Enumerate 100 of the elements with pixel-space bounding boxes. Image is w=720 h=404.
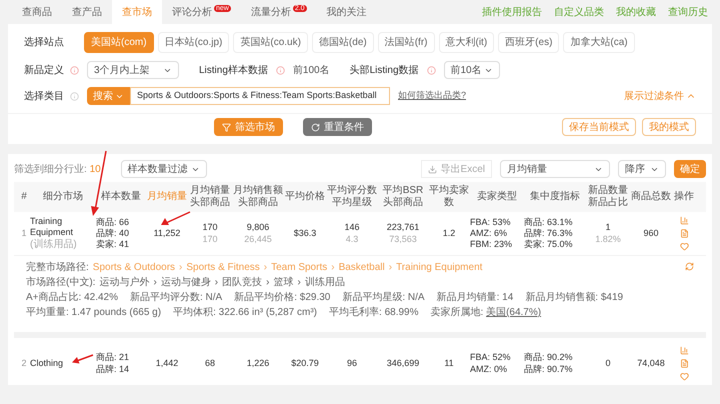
detail-stat: 平均体积: 322.66 in³ (5,287 cm³) [173,306,318,320]
result-count: 筛选到细分行业: 10 [14,162,101,176]
download-icon [428,164,437,174]
field-label: 选择站点 [24,36,65,50]
chart-icon[interactable] [680,346,688,355]
column-header[interactable]: 操作 [672,190,696,204]
separator: › [388,261,392,275]
column-header[interactable]: 平均卖家数 [428,184,470,210]
column-header[interactable]: 平均评分数平均星级 [326,184,378,210]
table-cell-text: 11,252 [152,226,182,240]
separator: › [179,261,182,275]
field-label: 选择类目 [24,90,65,104]
table-cell: 4.3 [346,234,358,245]
sample-filter-select[interactable]: 样本数量过滤 [120,160,207,178]
column-header[interactable]: 集中度指标 [524,190,586,204]
detail-stat: 新品平均价格: $29.30 [234,290,330,305]
detail-stat: 新品月均销售额: $419 [525,290,624,305]
table-cell: 1 [605,222,610,234]
help-link[interactable]: 如何筛选出品类? [398,89,466,103]
site-option[interactable]: 德国站(de) [312,32,374,53]
separator: › [264,261,268,275]
table-cell: 73,563 [389,234,417,245]
tab[interactable]: 查产品 [62,0,112,24]
table-cell-text: 1,442 [154,356,180,370]
column-header[interactable]: 月均销量头部商品 [188,184,232,210]
table-cell-text: 74,048 [636,356,666,370]
document-icon[interactable] [680,229,688,238]
table-cell: 26,445 [244,234,272,245]
detail-stat: A+商品占比: 42.42% [26,290,118,305]
column-header[interactable]: # [18,190,30,204]
info-icon [426,66,436,74]
table-cell: 346,699 [386,358,420,370]
column-header[interactable]: 细分市场 [30,190,96,204]
field-label: Listing样本数据 [199,64,268,78]
detail-stat: 新品月均销量: 14 [436,290,514,305]
head-listing-select[interactable]: 前10名 [444,61,500,79]
column-header[interactable]: 样本数量 [96,190,146,204]
site-option[interactable]: 英国站(co.uk) [233,32,308,53]
refresh-icon[interactable] [685,262,694,271]
sort-select[interactable]: 月均销量 [500,160,610,178]
chart-icon[interactable] [680,216,688,225]
site-option[interactable]: 西班牙(es) [498,32,560,53]
table-cell-text: FBA: 52% [470,352,512,364]
table-cell-text: 商品: 90.2% [524,352,574,364]
separator: › [297,276,301,290]
niche-name-cn: (训练用品) [30,238,77,251]
tab[interactable]: 我的关注 [316,0,377,24]
site-option[interactable]: 法国站(fr) [378,32,434,53]
info-icon [70,92,79,100]
info-icon [276,66,285,74]
column-header[interactable]: 平均BSR头部商品 [378,184,428,210]
table-cell-text: 商品: 63.1% [524,216,574,228]
detail-label: 市场路径(中文): [26,276,96,290]
annotation-arrow [160,211,191,226]
table-cell: 146 [344,222,360,234]
site-option[interactable]: 日本站(co.jp) [158,32,230,53]
column-header[interactable]: 月均销售额头部商品 [232,184,284,210]
niche-name[interactable]: Training Equipment [30,216,96,238]
niche-name[interactable]: Clothing [30,358,64,370]
table-cell-text: 商品: 66 [96,216,130,228]
heart-icon[interactable] [680,372,688,381]
table-cell-text: 2 [20,356,28,370]
reset-icon [311,122,320,132]
info-icon [70,66,79,74]
annotation-arrow [71,354,94,364]
table-cell: 170 [202,222,218,234]
column-header[interactable]: 卖家类型 [470,190,524,204]
table-cell: 223,761 [386,222,420,234]
table-cell-text: $36.3 [292,226,318,240]
tab[interactable]: 查商品 [12,0,62,24]
detail-stat: 平均重量: 1.47 pounds (665 g) [26,306,162,320]
document-icon[interactable] [680,359,688,368]
new-product-select[interactable]: 3个月内上架 [87,61,179,79]
detail-stat: 新品平均评分数: N/A [130,290,222,305]
site-option[interactable]: 加拿大站(ca) [563,32,635,53]
table-cell-text: 1 [20,226,28,240]
table-cell: 170 [202,234,218,245]
table-cell-text: 11 [443,356,455,370]
path-item: 团队竞技 [222,276,262,290]
column-header[interactable]: 商品总数 [630,190,672,204]
field-label: 新品定义 [24,64,65,78]
column-header[interactable]: 平均价格 [284,190,326,204]
detail-stat: 新品平均星级: N/A [342,290,425,305]
separator: › [266,276,270,290]
table-cell-text: 960 [642,226,660,240]
heart-icon[interactable] [680,242,688,251]
detail-stat: 平均毛利率: 68.99% [329,306,418,320]
field-label: 头部Listing数据 [350,64,418,78]
table-cell-text: $20.79 [290,356,320,370]
table-cell: 68 [204,358,215,370]
order-select[interactable]: 降序 [618,160,666,178]
column-header[interactable]: 新品数量新品占比 [586,184,630,210]
table-cell-text: AMZ: 0% [470,364,508,375]
reset-button[interactable]: 重置条件 [303,118,372,136]
detail-stat: 卖家所属地: 美国(64.7%) [430,306,542,320]
path-item: 篮球 [273,276,294,290]
category-field[interactable]: Sports & Outdoors:Sports & Fitness:Team Sports:Basketball [130,87,390,105]
field-value: 前100名 [292,64,330,78]
site-option[interactable]: 意大利(it) [438,32,494,53]
path-item: 训练用品 [304,276,345,290]
